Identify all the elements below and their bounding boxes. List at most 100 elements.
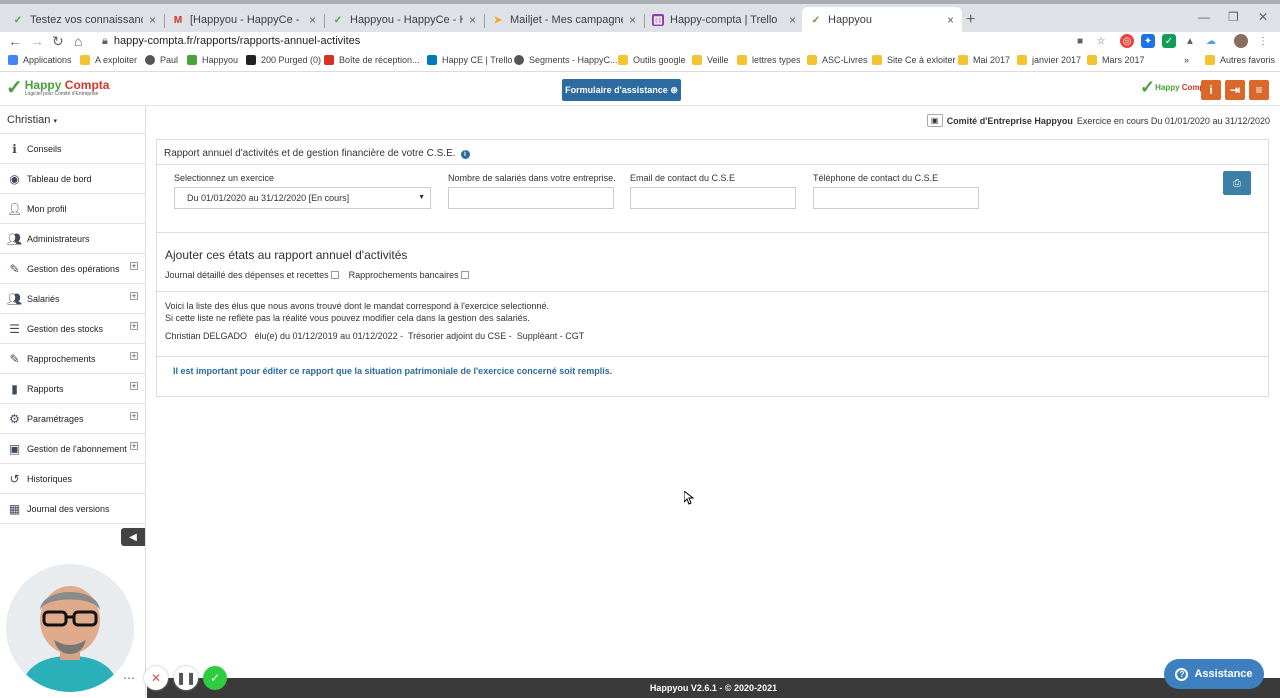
bookmark-item[interactable]: ASC-Livres xyxy=(807,55,868,65)
export-pdf-button[interactable]: ⎙ xyxy=(1223,171,1251,195)
sidebar-item-tableau-de-bord[interactable]: ◉ Tableau de bord xyxy=(0,164,145,194)
users-icon: 👥︎ xyxy=(6,291,23,306)
browser-tab-active[interactable]: ✓ Happyou × xyxy=(802,7,962,33)
folder-icon xyxy=(807,55,817,65)
menu-dots-icon[interactable]: ⋮ xyxy=(1256,34,1270,48)
trello-icon: ▥ xyxy=(652,14,664,26)
bookmark-item[interactable]: Mai 2017 xyxy=(958,55,1010,65)
app-logo[interactable]: ✓ Happy Compta Logiciel pour Comité d'En… xyxy=(6,78,109,98)
bookmark-item[interactable]: 200 Purged (0) xyxy=(246,55,321,65)
bookmark-item[interactable]: Outils google xyxy=(618,55,686,65)
profile-avatar[interactable] xyxy=(1234,34,1248,48)
close-icon[interactable]: × xyxy=(629,13,636,27)
extension-icon[interactable]: ✦ xyxy=(1141,34,1155,48)
url-field[interactable]: 🔒︎ happy-compta.fr/rapports/rapports-annu… xyxy=(102,35,360,48)
sidebar-item-historiques[interactable]: ↺ Historiques xyxy=(0,464,145,494)
bookmark-item[interactable]: lettres types xyxy=(737,55,801,65)
extension-icon[interactable]: ▲ xyxy=(1183,34,1197,48)
expand-icon[interactable]: + xyxy=(130,292,138,301)
close-window-icon[interactable]: ✕ xyxy=(1258,10,1268,24)
user-dropdown[interactable]: Christian ▾ xyxy=(0,106,145,134)
logout-button[interactable]: ⇥ xyxy=(1225,80,1245,100)
close-icon[interactable]: × xyxy=(947,13,954,27)
minimize-icon[interactable]: — xyxy=(1198,10,1210,24)
mouse-cursor-icon xyxy=(684,491,694,505)
sidebar-item-administrateurs[interactable]: 👥︎ Administrateurs xyxy=(0,224,145,254)
bookmark-item[interactable]: Boîte de réception... xyxy=(324,55,420,65)
journal-checkbox[interactable] xyxy=(330,271,339,279)
maximize-icon[interactable]: ❐ xyxy=(1228,10,1239,24)
browser-tab[interactable]: ▥ Happy-compta | Trello × xyxy=(644,7,804,33)
bookmark-other[interactable]: Autres favoris xyxy=(1205,55,1275,65)
sidebar-item-gestion-stocks[interactable]: ☰ Gestion des stocks + xyxy=(0,314,145,344)
sidebar-item-journal-versions[interactable]: ▦ Journal des versions xyxy=(0,494,145,524)
star-icon[interactable]: ☆ xyxy=(1094,34,1108,48)
expand-icon[interactable]: + xyxy=(130,412,138,421)
check-extension-icon[interactable]: ✓ xyxy=(1162,34,1176,48)
bookmark-item[interactable]: Veille xyxy=(692,55,729,65)
bookmark-item[interactable]: Mars 2017 xyxy=(1087,55,1145,65)
bookmark-item[interactable]: Paul xyxy=(145,55,178,65)
rapprochements-checkbox[interactable] xyxy=(460,271,469,279)
sidebar-item-rapports[interactable]: ▮ Rapports + xyxy=(0,374,145,404)
home-icon[interactable]: ⌂ xyxy=(74,33,82,49)
bookmarks-bar: Applications A exploiter Paul Happyou 20… xyxy=(0,52,1280,72)
close-icon[interactable]: × xyxy=(149,13,156,27)
expand-icon[interactable]: + xyxy=(130,352,138,361)
bookmark-item[interactable]: Happy CE | Trello xyxy=(427,55,512,65)
info-icon[interactable]: i xyxy=(460,150,470,159)
browser-tab[interactable]: ✓ Testez vos connaissances des re × xyxy=(4,7,164,33)
bookmark-item[interactable]: Segments - HappyC... xyxy=(514,55,618,65)
browser-tab[interactable]: ✓ Happyou - HappyCe - Happy-Co × xyxy=(324,7,484,33)
bookmarks-overflow-icon[interactable]: » xyxy=(1184,55,1189,65)
extension-icon[interactable]: ◎ xyxy=(1120,34,1134,48)
expand-icon[interactable]: + xyxy=(130,442,138,451)
cloud-icon[interactable]: ☁ xyxy=(1204,34,1218,48)
pause-recording-button[interactable]: ❚❚ xyxy=(174,666,198,690)
close-icon[interactable]: × xyxy=(309,13,316,27)
new-tab-button[interactable]: + xyxy=(966,11,975,29)
check-icon: ✓ xyxy=(209,671,221,685)
collapse-sidebar-button[interactable]: ◀ xyxy=(121,528,145,546)
sidebar-item-abonnement[interactable]: ▣ Gestion de l'abonnement + xyxy=(0,434,145,464)
sidebar-item-salaries[interactable]: 👥︎ Salariés + xyxy=(0,284,145,314)
finish-recording-button[interactable]: ✓ xyxy=(203,666,227,690)
users-icon: 👥︎ xyxy=(6,231,23,246)
email-input[interactable] xyxy=(630,187,796,209)
bookmark-item[interactable]: A exploiter xyxy=(80,55,137,65)
money-icon: ▣ xyxy=(926,114,943,127)
cancel-recording-button[interactable]: ✕ xyxy=(144,666,168,690)
info-button[interactable]: i xyxy=(1201,80,1221,100)
close-icon[interactable]: × xyxy=(789,13,796,27)
menu-button[interactable]: ≡ xyxy=(1249,80,1269,100)
exercise-select[interactable]: Du 01/01/2020 au 31/12/2020 [En cours] ▼ xyxy=(174,187,431,209)
expand-icon[interactable]: + xyxy=(130,382,138,391)
assistance-chat-button[interactable]: ? Assistance xyxy=(1164,659,1264,689)
forward-icon[interactable]: → xyxy=(30,33,44,49)
logout-icon: ⇥ xyxy=(1229,83,1241,97)
bookmark-item[interactable]: Site Ce à exloiter xyxy=(872,55,956,65)
question-icon: ? xyxy=(1175,667,1189,681)
sidebar-item-gestion-operations[interactable]: ✎ Gestion des opérations + xyxy=(0,254,145,284)
folder-icon xyxy=(958,55,968,65)
sidebar-item-rapprochements[interactable]: ✎ Rapprochements + xyxy=(0,344,145,374)
browser-tab[interactable]: ➤ Mailjet - Mes campagnes × xyxy=(484,7,644,33)
assistance-form-button[interactable]: Formulaire d'assistance ⊕ xyxy=(562,79,681,101)
phone-input[interactable] xyxy=(813,187,979,209)
sidebar-item-mon-profil[interactable]: 👤︎ Mon profil xyxy=(0,194,145,224)
browser-tab[interactable]: M [Happyou - HappyCe - Happy-C × xyxy=(164,7,324,33)
expand-icon[interactable]: + xyxy=(130,262,138,271)
close-icon[interactable]: × xyxy=(469,13,476,27)
reload-icon[interactable]: ↻ xyxy=(52,33,64,50)
camera-icon[interactable]: ■ xyxy=(1073,34,1087,48)
sidebar-item-conseils[interactable]: ℹ Conseils xyxy=(0,134,145,164)
add-states-heading: Ajouter ces états au rapport annuel d'ac… xyxy=(165,248,408,262)
more-options-button[interactable]: ⋯ xyxy=(118,667,140,689)
bookmark-item[interactable]: janvier 2017 xyxy=(1017,55,1081,65)
expand-icon[interactable]: + xyxy=(130,322,138,331)
employees-input[interactable] xyxy=(448,187,614,209)
bookmark-apps[interactable]: Applications xyxy=(8,55,72,65)
back-icon[interactable]: ← xyxy=(8,33,22,49)
sidebar-item-parametrages[interactable]: ⚙ Paramétrages + xyxy=(0,404,145,434)
bookmark-item[interactable]: Happyou xyxy=(187,55,238,65)
